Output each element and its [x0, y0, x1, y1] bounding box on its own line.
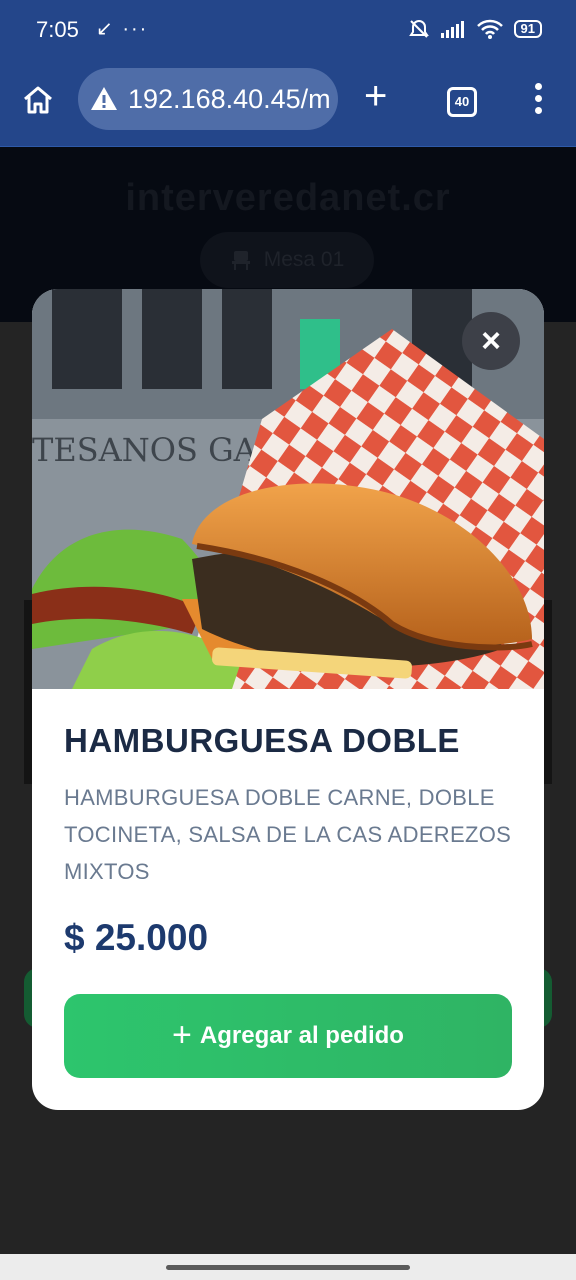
wifi-icon: [476, 19, 503, 39]
product-price: $ 25.000: [64, 917, 209, 958]
tab-switcher-button[interactable]: 40: [447, 87, 477, 117]
notification-icons: ↙ ···: [96, 18, 149, 40]
status-time: 7:05: [36, 17, 79, 42]
site-name: interveredanet.cr: [125, 177, 451, 219]
sign-text: TESANOS GA: [32, 431, 258, 469]
url-text: 192.168.40.45/m: [128, 83, 331, 114]
gesture-area: [0, 1254, 576, 1280]
menu-kebab-icon[interactable]: [532, 83, 544, 117]
browser-toolbar: 192.168.40.45/m + 40: [0, 60, 576, 147]
plus-icon: +: [172, 1015, 192, 1054]
table-label: Mesa 01: [263, 248, 345, 271]
chair-icon: [231, 251, 250, 270]
mute-bell-icon: [408, 19, 429, 38]
signal-icon: [440, 21, 464, 38]
product-title: HAMBURGUESA DOBLE: [64, 722, 460, 759]
home-gesture-bar[interactable]: [166, 1265, 410, 1270]
new-tab-button[interactable]: +: [364, 76, 387, 116]
battery-icon: 91: [513, 20, 542, 38]
product-description: HAMBURGUESA DOBLE CARNE, DOBLE TOCINETA,…: [64, 785, 512, 884]
address-bar[interactable]: 192.168.40.45/m: [78, 68, 338, 130]
home-icon[interactable]: [22, 84, 54, 116]
product-modal: TESANOS GA × HAMBURGUESA DOBLE HAMBURGUE…: [32, 289, 544, 1110]
table-chip: Mesa 01: [200, 232, 374, 288]
status-bar: 7:05 ↙ ··· 91: [0, 0, 576, 60]
add-to-order-button[interactable]: + Agregar al pedido: [64, 994, 512, 1078]
close-button[interactable]: ×: [462, 312, 520, 370]
product-image: TESANOS GA ×: [32, 289, 544, 689]
system-icons: 91: [408, 18, 542, 40]
warning-icon: [91, 87, 117, 110]
add-to-order-label: Agregar al pedido: [199, 1022, 404, 1049]
